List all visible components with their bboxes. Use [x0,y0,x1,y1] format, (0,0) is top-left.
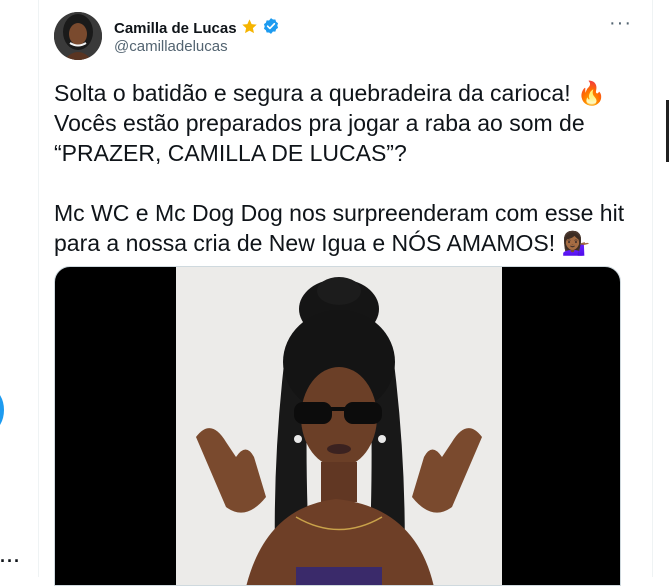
compose-button-edge[interactable] [0,390,4,430]
right-panel-edge [653,0,669,577]
avatar[interactable] [54,12,102,60]
verified-badge-icon [262,17,280,39]
tweet-line: Mc WC e Mc Dog Dog nos surpreenderam com… [54,200,625,226]
author-display-name[interactable]: Camilla de Lucas [114,20,237,37]
left-more-icon[interactable]: ··· [0,551,21,571]
author-handle[interactable]: @camilladelucas [114,38,228,55]
author-name-row[interactable]: Camilla de Lucas [114,17,280,39]
video-frame [176,267,502,585]
tweet-line: para a nossa cria de New Igua e NÓS AMAM… [54,230,591,256]
more-options-icon[interactable]: ··· [609,13,632,33]
tweet-line: “PRAZER, CAMILLA DE LUCAS”? [54,140,407,166]
star-icon [241,18,258,39]
left-panel-edge: ··· [0,0,38,577]
tweet-card: Camilla de Lucas @camilladelucas ··· Sol… [38,0,653,586]
tweet-video[interactable] [54,266,621,586]
tweet-line: Solta o batidão e segura a quebradeira d… [54,80,606,106]
tweet-text: Solta o batidão e segura a quebradeira d… [54,78,634,258]
tweet-line: Vocês estão preparados pra jogar a raba … [54,110,585,136]
